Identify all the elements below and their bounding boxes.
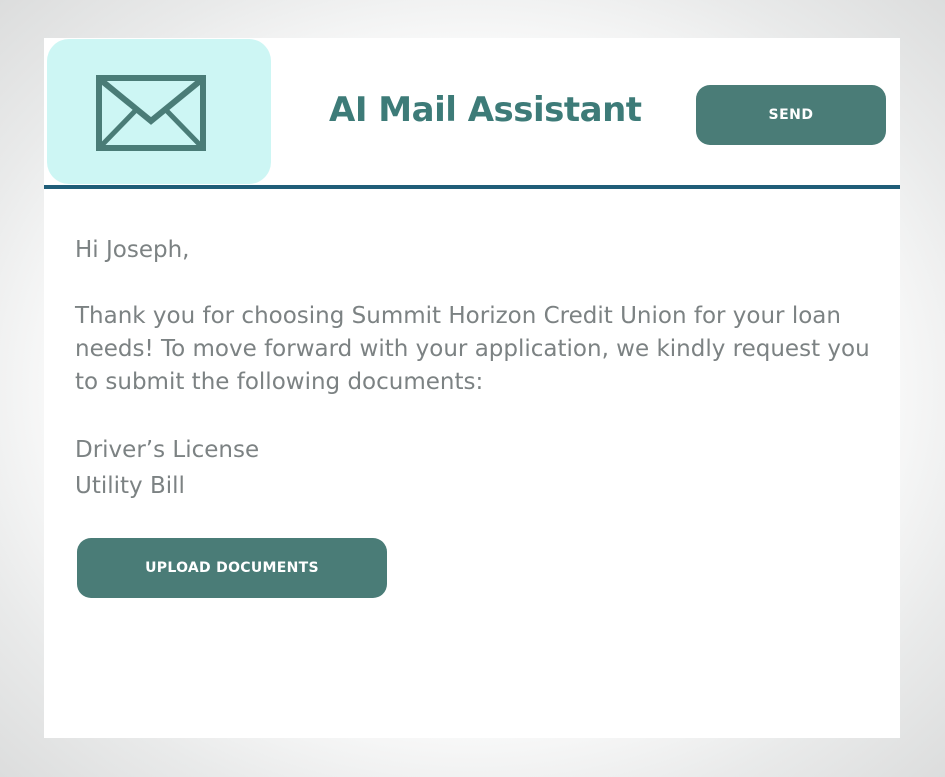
document-list: Driver’s License Utility Bill [75, 432, 875, 504]
upload-documents-button[interactable]: UPLOAD DOCUMENTS [77, 538, 387, 598]
email-body: Hi Joseph, Thank you for choosing Summit… [75, 234, 875, 504]
header: AI Mail Assistant SEND [44, 38, 900, 188]
header-divider [44, 185, 900, 189]
send-button[interactable]: SEND [696, 85, 886, 145]
email-paragraph: Thank you for choosing Summit Horizon Cr… [75, 303, 870, 395]
list-item: Driver’s License [75, 437, 260, 463]
app-title: AI Mail Assistant [329, 90, 642, 130]
envelope-icon [96, 75, 206, 151]
frame-background: AI Mail Assistant SEND Hi Joseph, Thank … [0, 0, 945, 777]
mail-card: AI Mail Assistant SEND Hi Joseph, Thank … [44, 38, 900, 738]
list-item: Utility Bill [75, 473, 185, 499]
email-greeting: Hi Joseph, [75, 237, 190, 263]
app-icon-tile [47, 39, 271, 184]
